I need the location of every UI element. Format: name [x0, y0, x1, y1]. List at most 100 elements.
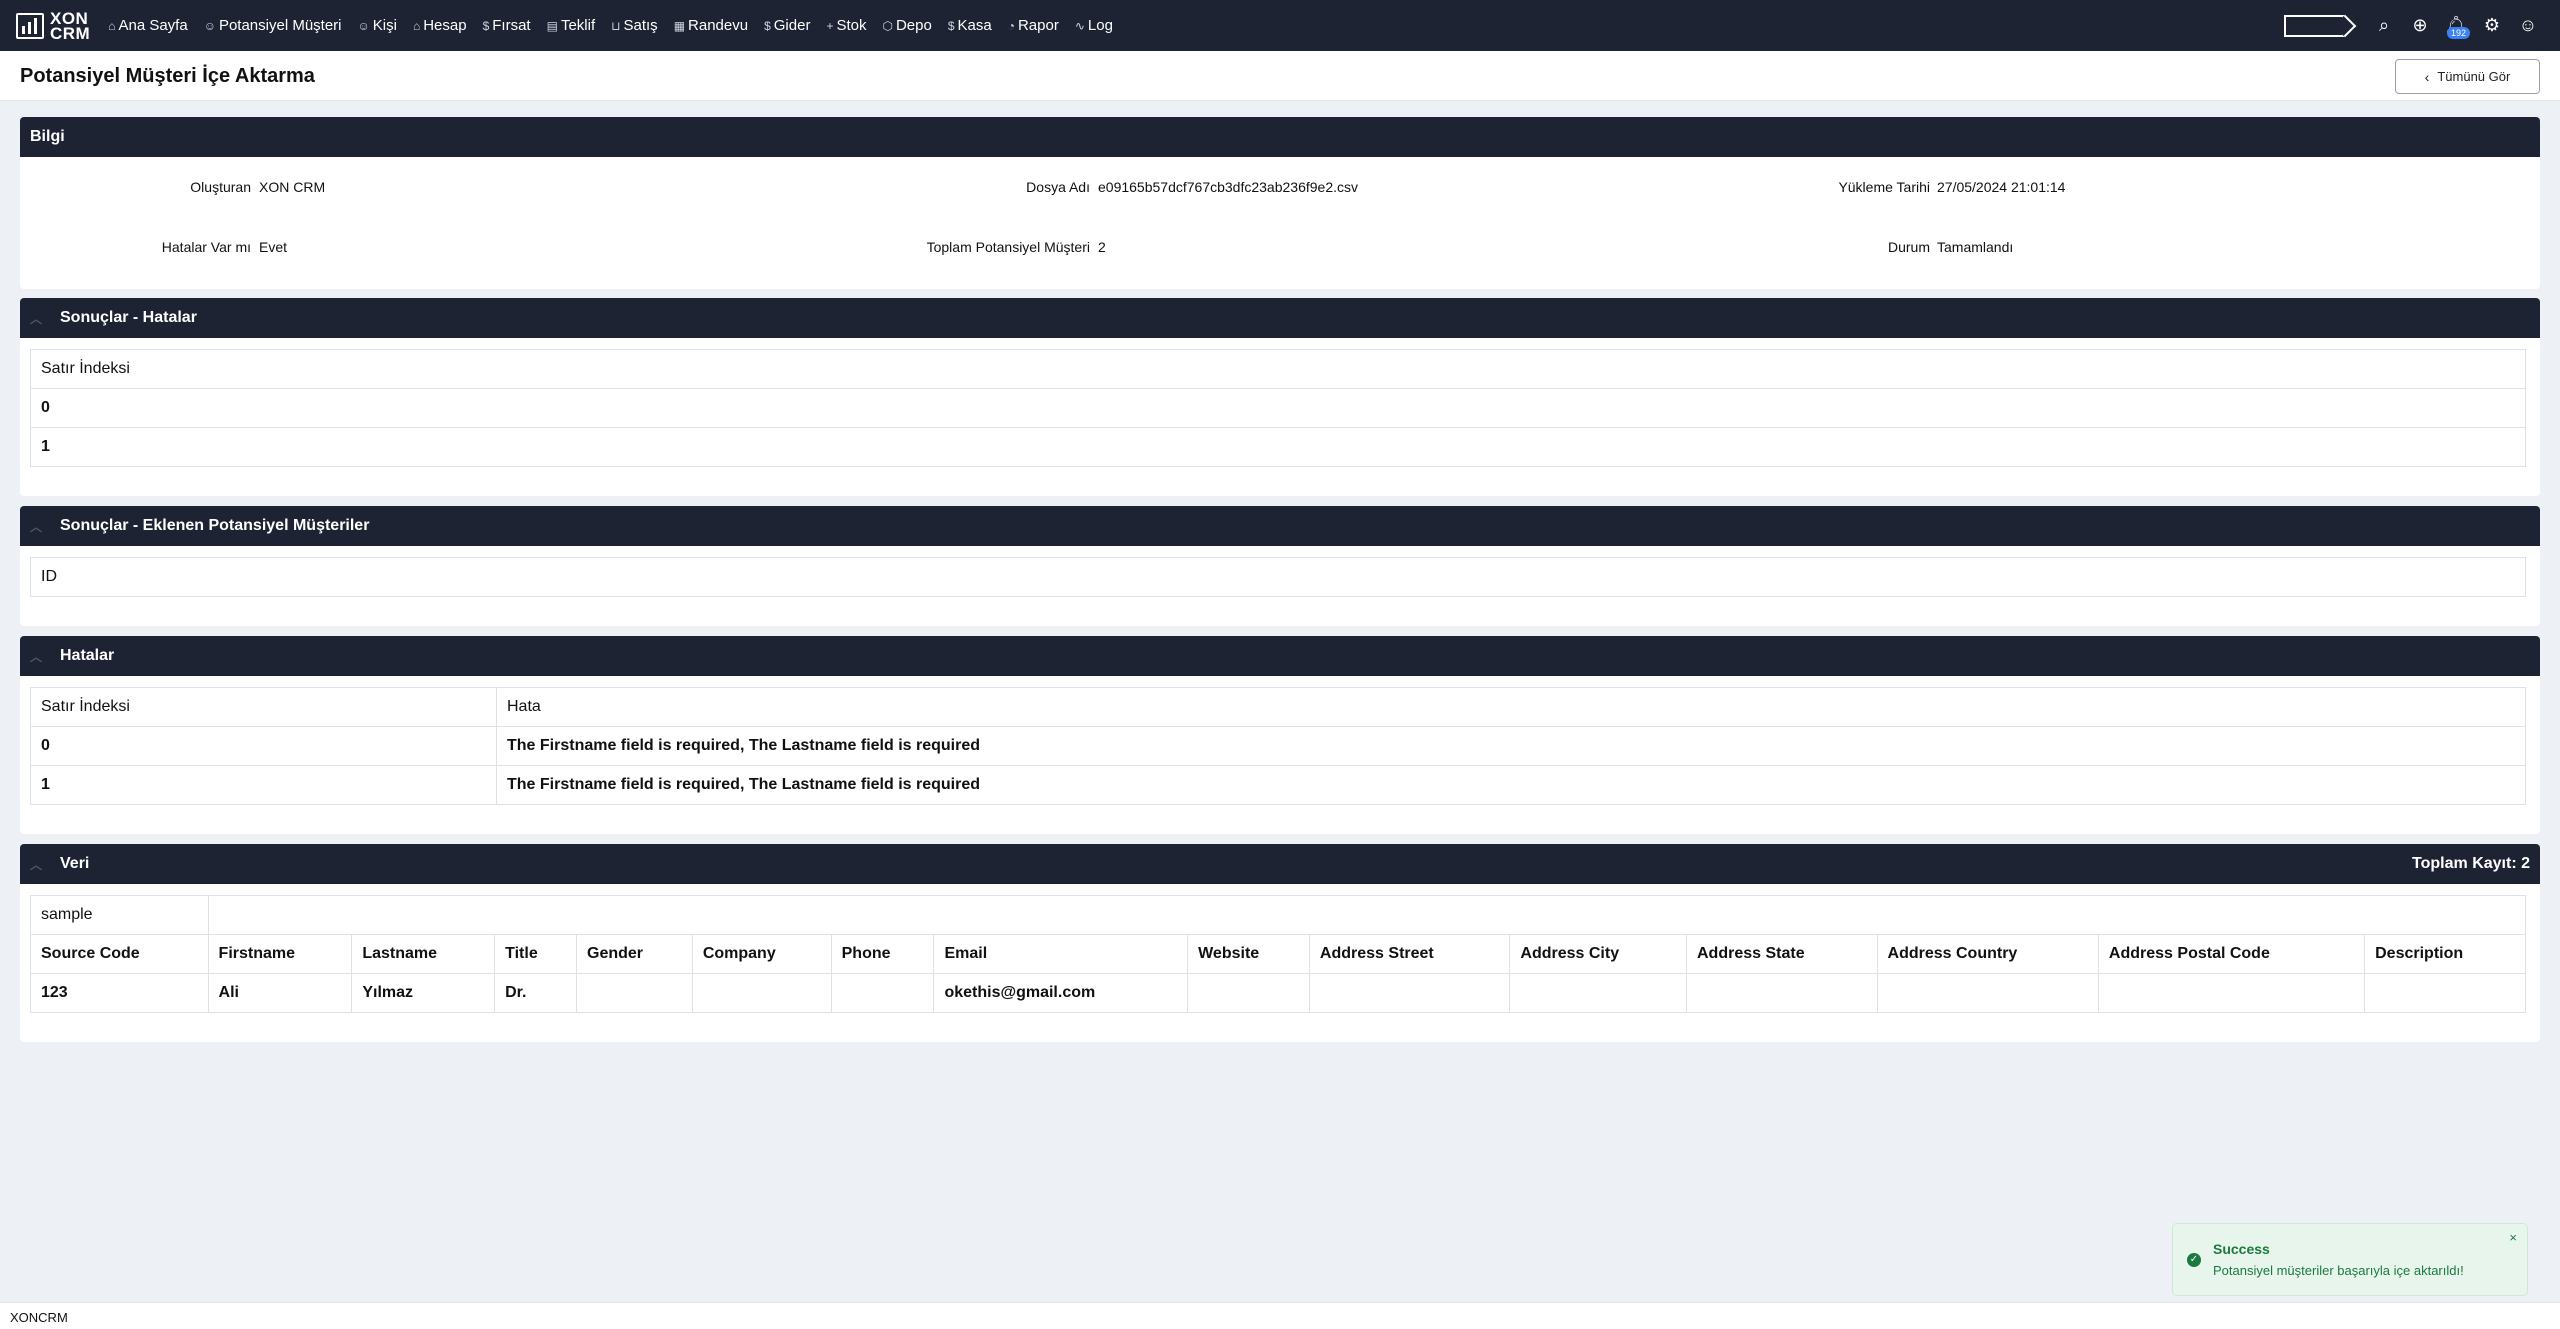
errors-table: Satır İndeksi Hata 0 The Firstname field…: [30, 687, 2526, 805]
column-header: ID: [30, 557, 2526, 597]
column-header: Phone: [830, 934, 935, 974]
table-row: 1 The Firstname field is required, The L…: [30, 765, 2526, 805]
group-header-empty: [207, 895, 2527, 935]
plus-icon: +: [826, 18, 834, 33]
dollar-icon: $: [947, 18, 955, 33]
data-title: Veri: [60, 855, 90, 872]
person-icon: ☺: [203, 18, 216, 33]
nav-item-potansiyel-müşteri[interactable]: ☺ Potansiyel Müşteri: [204, 17, 342, 34]
search-icon[interactable]: ⌕: [2366, 15, 2402, 36]
column-header: Satır İndeksi: [30, 687, 497, 727]
errors-header[interactable]: ︿ Hatalar: [20, 636, 2540, 676]
nav-item-kişi[interactable]: ☺ Kişi: [358, 17, 397, 34]
column-header: Lastname: [351, 934, 496, 974]
column-header: Address State: [1686, 934, 1878, 974]
results-added-header[interactable]: ︿ Sonuçlar - Eklenen Potansiyel Müşterile…: [20, 506, 2540, 546]
info-panel: Bilgi Oluşturan XON CRM Dosya Adı e09165…: [20, 117, 2540, 289]
view-all-label: Tümünü Gör: [2437, 69, 2511, 84]
check-circle-icon: ✓: [2187, 1253, 2201, 1267]
column-header: Address Country: [1876, 934, 2099, 974]
results-errors-header[interactable]: ︿ Sonuçlar - Hatalar: [20, 298, 2540, 338]
results-errors-panel: ︿ Sonuçlar - Hatalar Satır İndeksi 0 1: [20, 298, 2540, 496]
box-icon: ⬡: [882, 18, 893, 33]
logo-line2: CRM: [50, 23, 91, 43]
page-title: Potansiyel Müşteri İçe Aktarma: [20, 65, 315, 87]
nav-item-label: Stok: [836, 17, 867, 34]
upload-date-label: Yükleme Tarihi: [1838, 179, 1930, 195]
table-cell: 123: [30, 973, 209, 1013]
calendar-icon: ▦: [673, 18, 686, 33]
table-row: 123 Ali Yılmaz Dr. okethis@gmail.com: [30, 973, 2526, 1013]
group-header: sample: [30, 895, 209, 935]
nav-item-label: Kişi: [372, 17, 397, 34]
nav-item-depo[interactable]: ⬡ Depo: [882, 17, 931, 34]
column-header: Gender: [576, 934, 693, 974]
add-circle-icon[interactable]: ⊕: [2402, 15, 2438, 36]
nav-item-hesap[interactable]: ⌂ Hesap: [413, 17, 467, 34]
info-panel-title: Bilgi: [30, 128, 65, 145]
success-toast: ✓ Success Potansiyel müşteriler başarıyl…: [2172, 1223, 2528, 1296]
nav-item-gider[interactable]: $ Gider: [764, 17, 810, 34]
has-errors-value: Evet: [259, 239, 288, 255]
info-panel-header: Bilgi: [20, 117, 2540, 157]
column-header: Hata: [496, 687, 2526, 727]
table-cell: okethis@gmail.com: [933, 973, 1189, 1013]
nav-item-kasa[interactable]: $ Kasa: [948, 17, 992, 34]
dollar-icon: $: [482, 18, 490, 33]
app-logo[interactable]: XON CRM: [16, 10, 91, 43]
table-cell: [1187, 973, 1310, 1013]
nav-item-rapor[interactable]: ◔ Rapor: [1008, 17, 1059, 34]
nav-item-label: Randevu: [688, 17, 749, 34]
results-errors-table: Satır İndeksi 0 1: [30, 349, 2526, 467]
column-header: Satır İndeksi: [30, 349, 2526, 389]
collapse-icon[interactable]: ︿: [30, 856, 60, 873]
nav-item-fırsat[interactable]: $ Fırsat: [483, 17, 531, 34]
nav-item-teklif[interactable]: ▤ Teklif: [547, 17, 596, 34]
nav-item-label: Depo: [895, 17, 932, 34]
nav-item-label: Teklif: [560, 17, 596, 34]
table-cell: 0: [30, 388, 2526, 428]
table-cell: Yılmaz: [351, 973, 496, 1013]
notification-badge: 192: [2447, 27, 2471, 39]
column-header: Address Street: [1308, 934, 1511, 974]
chevron-left-icon: ‹: [2424, 68, 2430, 85]
file-name-label: Dosya Adı: [1026, 179, 1090, 195]
nav-item-ana-sayfa[interactable]: ⌂ Ana Sayfa: [108, 17, 187, 34]
nav-item-label: Log: [1087, 17, 1113, 34]
activity-icon: ∿: [1074, 18, 1085, 33]
nav-item-log[interactable]: ∿ Log: [1075, 17, 1113, 34]
collapse-icon[interactable]: ︿: [30, 310, 60, 327]
nav-item-label: Kasa: [957, 17, 992, 34]
action-arrow-button[interactable]: [2284, 14, 2344, 37]
table-cell: [1876, 973, 2099, 1013]
table-cell: [1686, 973, 1878, 1013]
table-row: 0: [30, 388, 2526, 428]
document-icon: ▤: [546, 18, 558, 33]
table-row: 0 The Firstname field is required, The L…: [30, 726, 2526, 766]
file-name-value: e09165b57dcf767cb3dfc23ab236f9e2.csv: [1098, 179, 1358, 195]
nav-item-satış[interactable]: ⊔ Satış: [611, 17, 658, 34]
collapse-icon[interactable]: ︿: [30, 648, 60, 665]
gear-icon[interactable]: ⚙: [2474, 15, 2510, 36]
home-icon: ⌂: [108, 18, 116, 33]
close-icon[interactable]: ×: [2509, 1230, 2517, 1245]
toast-message: Potansiyel müşteriler başarıyla içe akta…: [2213, 1263, 2464, 1278]
total-records: Toplam Kayıt: 2: [2412, 855, 2530, 872]
toast-title: Success: [2213, 1241, 2270, 1257]
table-cell: [2097, 973, 2366, 1013]
nav-item-stok[interactable]: + Stok: [826, 17, 866, 34]
column-header: Address Postal Code: [2097, 934, 2366, 974]
account-icon: ⌂: [412, 18, 421, 33]
nav-item-randevu[interactable]: ▦ Randevu: [674, 17, 748, 34]
user-icon[interactable]: ☺: [2510, 15, 2546, 36]
bell-icon[interactable]: 🔔︎ 192: [2438, 15, 2474, 39]
table-cell: [1509, 973, 1687, 1013]
data-header[interactable]: ︿ Veri Toplam Kayıt: 2: [20, 844, 2540, 884]
created-by-label: Oluşturan: [190, 179, 251, 195]
table-cell: 1: [30, 765, 497, 805]
view-all-button[interactable]: ‹ Tümünü Gör: [2395, 59, 2540, 94]
logo-chart-icon: [16, 12, 44, 39]
people-icon: ☺: [357, 18, 370, 33]
collapse-icon[interactable]: ︿: [30, 518, 60, 535]
main-nav: ⌂ Ana Sayfa ☺ Potansiyel Müşteri ☺ Kişi ⌂ Hesap…: [108, 0, 1129, 51]
